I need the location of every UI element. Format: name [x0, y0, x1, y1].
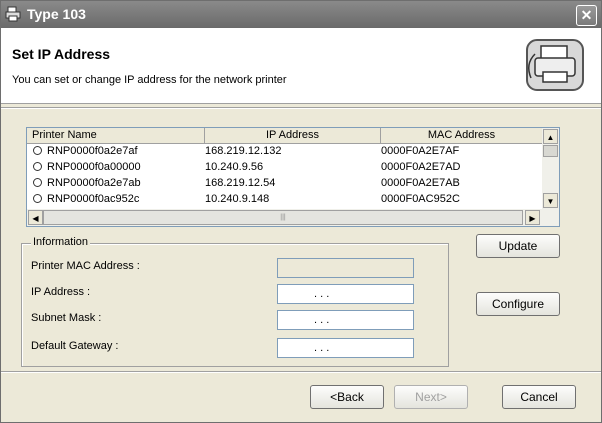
printer-ip: 10.240.9.148 — [205, 193, 270, 205]
column-header-ip-address[interactable]: IP Address — [205, 128, 381, 143]
header-divider — [1, 107, 601, 109]
cancel-button[interactable]: Cancel — [502, 385, 576, 409]
subnet-dots: . . . — [314, 314, 330, 326]
horizontal-scrollbar[interactable]: ◀ ||| ▶ — [27, 209, 559, 226]
ip-dots: . . . — [314, 288, 330, 300]
column-header-printer-name[interactable]: Printer Name — [27, 128, 205, 143]
vertical-scrollbar[interactable]: ▲ ▼ — [542, 128, 559, 209]
printer-mac: 0000F0A2E7AF — [381, 145, 460, 157]
scroll-right-icon[interactable]: ▶ — [525, 210, 540, 225]
title-bar[interactable]: Type 103 ✕ — [1, 1, 601, 28]
printer-list[interactable]: Printer Name IP Address MAC Address RNP0… — [26, 127, 560, 227]
subnet-mask-label: Subnet Mask : — [31, 312, 102, 324]
configure-button[interactable]: Configure — [476, 292, 560, 316]
back-button[interactable]: <Back — [310, 385, 384, 409]
scroll-down-icon[interactable]: ▼ — [543, 193, 558, 208]
printer-mac: 0000F0A2E7AD — [381, 161, 461, 173]
row-radio[interactable] — [33, 178, 42, 187]
scroll-left-icon[interactable]: ◀ — [28, 210, 43, 225]
ip-address-field[interactable]: . . . — [277, 284, 414, 304]
default-gateway-field[interactable]: . . . — [277, 338, 414, 358]
window-title: Type 103 — [27, 6, 86, 22]
row-radio[interactable] — [33, 162, 42, 171]
dialog-window: Type 103 ✕ Set IP Address You can set or… — [0, 0, 602, 423]
scroll-thumb[interactable]: ||| — [43, 210, 523, 225]
ip-address-label: IP Address : — [31, 286, 91, 298]
row-radio[interactable] — [33, 194, 42, 203]
printer-ip: 168.219.12.132 — [205, 145, 282, 157]
list-header: Printer Name IP Address MAC Address — [27, 128, 542, 144]
table-row[interactable]: RNP0000f0a2e7ab 168.219.12.54 0000F0A2E7… — [27, 176, 542, 190]
information-group-label: Information — [31, 236, 91, 248]
printer-name: RNP0000f0a00000 — [47, 161, 141, 173]
subnet-mask-field[interactable]: . . . — [277, 310, 414, 330]
gateway-dots: . . . — [314, 342, 330, 354]
printer-app-icon — [5, 6, 21, 22]
printer-network-icon — [526, 39, 584, 91]
printer-mac: 0000F0AC952C — [381, 193, 460, 205]
printer-name: RNP0000f0a2e7af — [47, 145, 138, 157]
printer-mac: 0000F0A2E7AB — [381, 177, 460, 189]
printer-name: RNP0000f0a2e7ab — [47, 177, 141, 189]
footer-divider — [1, 371, 601, 373]
close-button[interactable]: ✕ — [576, 5, 597, 26]
close-icon: ✕ — [580, 7, 593, 23]
page-subtitle: You can set or change IP address for the… — [12, 74, 287, 86]
default-gateway-label: Default Gateway : — [31, 340, 119, 352]
table-row[interactable]: RNP0000f0a00000 10.240.9.56 0000F0A2E7AD — [27, 160, 542, 174]
scroll-thumb[interactable] — [543, 145, 558, 157]
wizard-header: Set IP Address You can set or change IP … — [1, 28, 601, 104]
table-row[interactable]: RNP0000f0ac952c 10.240.9.148 0000F0AC952… — [27, 192, 542, 206]
printer-ip: 168.219.12.54 — [205, 177, 276, 189]
mac-address-field — [277, 258, 414, 278]
update-button[interactable]: Update — [476, 234, 560, 258]
scroll-up-icon[interactable]: ▲ — [543, 129, 558, 144]
mac-address-label: Printer MAC Address : — [31, 260, 140, 272]
row-radio[interactable] — [33, 146, 42, 155]
printer-ip: 10.240.9.56 — [205, 161, 264, 173]
page-title: Set IP Address — [12, 46, 111, 62]
printer-name: RNP0000f0ac952c — [47, 193, 140, 205]
column-header-mac-address[interactable]: MAC Address — [381, 128, 542, 143]
table-row[interactable]: RNP0000f0a2e7af 168.219.12.132 0000F0A2E… — [27, 144, 542, 158]
next-button[interactable]: Next> — [394, 385, 468, 409]
